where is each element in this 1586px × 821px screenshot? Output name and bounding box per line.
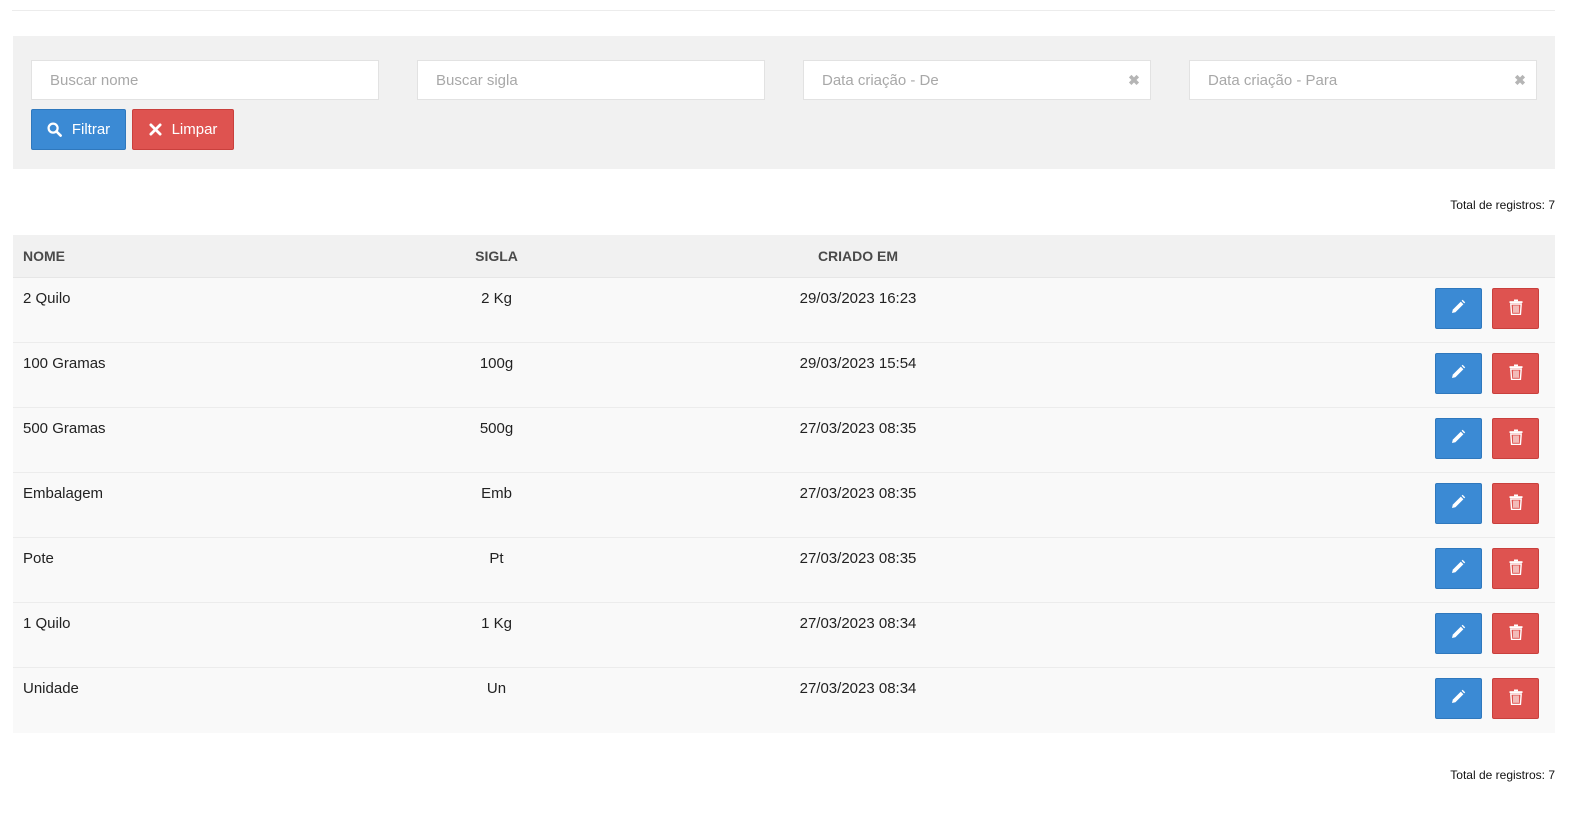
cell-sigla: 500g bbox=[425, 407, 568, 473]
filter-button-label: Filtrar bbox=[71, 121, 111, 138]
cell-sigla: 100g bbox=[425, 342, 568, 408]
cell-actions bbox=[1148, 667, 1555, 733]
clear-button[interactable]: Limpar bbox=[132, 109, 234, 150]
table-row: Embalagem Emb 27/03/2023 08:35 bbox=[13, 472, 1555, 538]
cell-actions bbox=[1148, 537, 1555, 603]
cell-created: 27/03/2023 08:34 bbox=[568, 667, 1148, 733]
trash-icon bbox=[1509, 494, 1523, 514]
total-records-top: Total de registros: 7 bbox=[1450, 198, 1555, 212]
cell-created: 29/03/2023 16:23 bbox=[568, 277, 1148, 343]
cell-sigla: 1 Kg bbox=[425, 602, 568, 668]
header-created[interactable]: CRIADO EM bbox=[568, 235, 1148, 278]
cell-actions bbox=[1148, 277, 1555, 343]
trash-icon bbox=[1509, 624, 1523, 644]
times-icon bbox=[149, 123, 162, 136]
cell-created: 27/03/2023 08:35 bbox=[568, 407, 1148, 473]
trash-icon bbox=[1509, 429, 1523, 449]
delete-button[interactable] bbox=[1492, 353, 1539, 394]
cell-name: 500 Gramas bbox=[13, 407, 425, 473]
cell-sigla: Pt bbox=[425, 537, 568, 603]
filter-button[interactable]: Filtrar bbox=[31, 109, 126, 150]
edit-button[interactable] bbox=[1434, 288, 1482, 329]
filter-panel: ✖ ✖ Filtrar Limpar bbox=[13, 36, 1555, 169]
cell-name: 100 Gramas bbox=[13, 342, 425, 408]
search-name-input[interactable] bbox=[31, 60, 379, 100]
trash-icon bbox=[1509, 559, 1523, 579]
cell-created: 29/03/2023 15:54 bbox=[568, 342, 1148, 408]
cell-sigla: 2 Kg bbox=[425, 277, 568, 343]
delete-button[interactable] bbox=[1492, 678, 1539, 719]
date-to-clear-icon[interactable]: ✖ bbox=[1512, 72, 1528, 88]
edit-button[interactable] bbox=[1434, 483, 1482, 524]
table-row: 100 Gramas 100g 29/03/2023 15:54 bbox=[13, 342, 1555, 408]
date-from-clear-icon[interactable]: ✖ bbox=[1126, 72, 1142, 88]
cell-created: 27/03/2023 08:35 bbox=[568, 537, 1148, 603]
table-row: Unidade Un 27/03/2023 08:34 bbox=[13, 667, 1555, 733]
cell-sigla: Emb bbox=[425, 472, 568, 538]
delete-button[interactable] bbox=[1492, 418, 1539, 459]
delete-button[interactable] bbox=[1492, 613, 1539, 654]
search-icon bbox=[47, 122, 62, 137]
pencil-icon bbox=[1450, 689, 1466, 709]
cell-name: Pote bbox=[13, 537, 425, 603]
pencil-icon bbox=[1450, 624, 1466, 644]
table-row: 2 Quilo 2 Kg 29/03/2023 16:23 bbox=[13, 277, 1555, 343]
table-row: Pote Pt 27/03/2023 08:35 bbox=[13, 537, 1555, 603]
units-table: NOME SIGLA CRIADO EM 2 Quilo 2 Kg 29/03/… bbox=[13, 235, 1555, 733]
cell-name: 1 Quilo bbox=[13, 602, 425, 668]
cell-created: 27/03/2023 08:34 bbox=[568, 602, 1148, 668]
pencil-icon bbox=[1450, 559, 1466, 579]
total-records-bottom: Total de registros: 7 bbox=[1450, 768, 1555, 782]
date-to-input[interactable] bbox=[1189, 60, 1537, 100]
trash-icon bbox=[1509, 689, 1523, 709]
edit-button[interactable] bbox=[1434, 418, 1482, 459]
header-actions bbox=[1148, 235, 1555, 278]
table-row: 500 Gramas 500g 27/03/2023 08:35 bbox=[13, 407, 1555, 473]
edit-button[interactable] bbox=[1434, 678, 1482, 719]
clear-button-label: Limpar bbox=[171, 121, 218, 138]
table-row: 1 Quilo 1 Kg 27/03/2023 08:34 bbox=[13, 602, 1555, 668]
pencil-icon bbox=[1450, 364, 1466, 384]
pencil-icon bbox=[1450, 429, 1466, 449]
cell-name: Embalagem bbox=[13, 472, 425, 538]
header-name[interactable]: NOME bbox=[13, 235, 425, 278]
cell-created: 27/03/2023 08:35 bbox=[568, 472, 1148, 538]
table-header-row: NOME SIGLA CRIADO EM bbox=[13, 235, 1555, 278]
edit-button[interactable] bbox=[1434, 613, 1482, 654]
edit-button[interactable] bbox=[1434, 353, 1482, 394]
cell-actions bbox=[1148, 342, 1555, 408]
delete-button[interactable] bbox=[1492, 483, 1539, 524]
header-sigla[interactable]: SIGLA bbox=[425, 235, 568, 278]
delete-button[interactable] bbox=[1492, 288, 1539, 329]
pencil-icon bbox=[1450, 494, 1466, 514]
trash-icon bbox=[1509, 299, 1523, 319]
delete-button[interactable] bbox=[1492, 548, 1539, 589]
search-sigla-input[interactable] bbox=[417, 60, 765, 100]
date-from-input[interactable] bbox=[803, 60, 1151, 100]
cell-actions bbox=[1148, 472, 1555, 538]
edit-button[interactable] bbox=[1434, 548, 1482, 589]
table-body: 2 Quilo 2 Kg 29/03/2023 16:23 100 Gramas… bbox=[13, 277, 1555, 733]
cell-name: 2 Quilo bbox=[13, 277, 425, 343]
cell-sigla: Un bbox=[425, 667, 568, 733]
cell-actions bbox=[1148, 602, 1555, 668]
top-divider bbox=[12, 10, 1555, 11]
cell-actions bbox=[1148, 407, 1555, 473]
pencil-icon bbox=[1450, 299, 1466, 319]
cell-name: Unidade bbox=[13, 667, 425, 733]
trash-icon bbox=[1509, 364, 1523, 384]
